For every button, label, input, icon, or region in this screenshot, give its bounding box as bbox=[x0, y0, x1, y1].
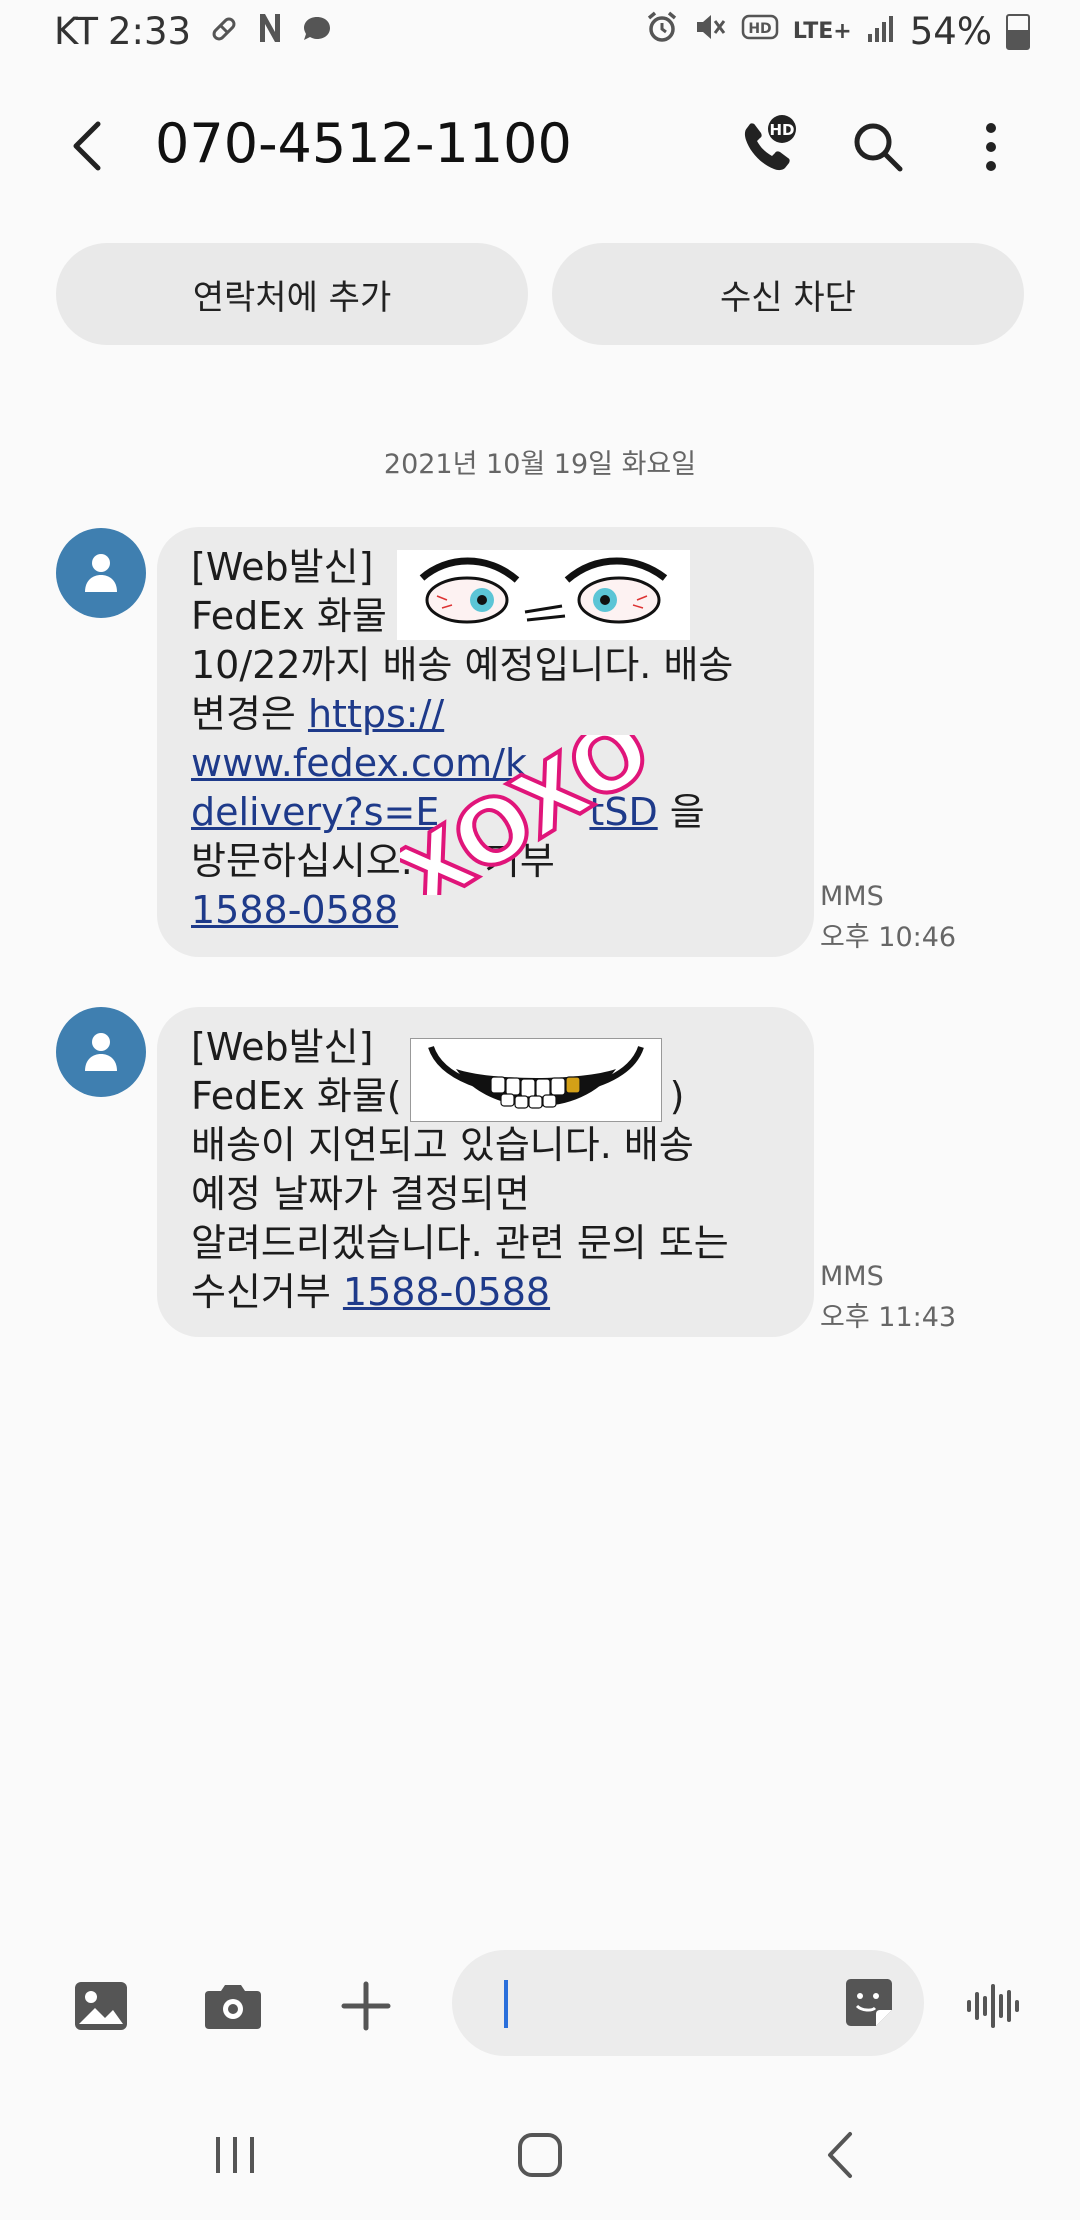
hd-call-icon[interactable]: HD bbox=[735, 114, 801, 180]
person-icon bbox=[85, 1033, 117, 1071]
message-type: MMS bbox=[820, 1261, 884, 1292]
message-text: FedEx 화물( bbox=[191, 1074, 402, 1118]
n-icon bbox=[257, 10, 283, 53]
app-bar: 070-4512-1100 HD bbox=[0, 100, 1080, 195]
message-meta: MMS 오후 11:43 bbox=[820, 1256, 956, 1338]
search-icon[interactable] bbox=[845, 114, 911, 180]
status-left: KT 2:33 bbox=[54, 10, 333, 53]
date-separator: 2021년 10월 19일 화요일 bbox=[383, 449, 697, 480]
message-meta: MMS 오후 10:46 bbox=[820, 876, 956, 958]
message-time: 오후 11:43 bbox=[820, 1302, 957, 1333]
grin-sticker bbox=[410, 1038, 662, 1122]
battery-percent: 54% bbox=[909, 10, 992, 53]
message-line: 변경은 https:// bbox=[191, 690, 784, 739]
message-link[interactable]: https:// bbox=[308, 692, 444, 736]
text-cursor bbox=[504, 1980, 508, 2028]
sticker-icon[interactable] bbox=[842, 1976, 896, 2034]
clock: 2:33 bbox=[108, 10, 192, 53]
back-arrow-icon[interactable] bbox=[60, 116, 120, 176]
back-icon[interactable] bbox=[795, 2120, 885, 2190]
avatar[interactable] bbox=[56, 528, 146, 618]
message-text: 변경은 bbox=[191, 692, 308, 736]
phone-link[interactable]: 1588-0588 bbox=[343, 1270, 550, 1314]
conversation-title: 070-4512-1100 bbox=[155, 112, 572, 175]
carrier-label: KT bbox=[54, 10, 98, 53]
message-line: 수신거부 1588-0588 bbox=[191, 1268, 784, 1317]
lte-icon: LTE+ bbox=[792, 19, 852, 44]
camera-icon[interactable] bbox=[200, 1973, 266, 2039]
xoxo-text: XOXO bbox=[400, 735, 650, 895]
svg-text:HD: HD bbox=[748, 21, 771, 37]
battery-icon bbox=[1006, 13, 1030, 50]
chat-icon bbox=[301, 10, 333, 53]
message-input[interactable] bbox=[452, 1950, 924, 2056]
alarm-icon bbox=[645, 10, 679, 53]
recents-icon[interactable] bbox=[190, 2120, 280, 2190]
message-text: 을 bbox=[657, 790, 705, 834]
message-text: FedEx 화물 bbox=[191, 594, 387, 638]
hd-badge: HD bbox=[769, 121, 794, 139]
message-time: 오후 10:46 bbox=[820, 922, 957, 953]
pill-icon bbox=[209, 10, 239, 53]
signal-icon bbox=[866, 10, 896, 53]
message-line: 알려드리겠습니다. 관련 문의 또는 bbox=[191, 1221, 729, 1265]
message-type: MMS bbox=[820, 881, 884, 912]
mute-icon bbox=[693, 10, 727, 53]
hd-voice-icon: HD bbox=[741, 10, 779, 53]
message-line: 10/22까지 배송 예정입니다. 배송 bbox=[191, 643, 734, 687]
message-text: 방문하십시오. bbox=[191, 839, 425, 883]
block-button[interactable]: 수신 차단 bbox=[552, 243, 1024, 345]
status-right: HD LTE+ 54% bbox=[645, 10, 1030, 53]
message-line: 예정 날짜가 결정되면 bbox=[191, 1172, 530, 1216]
message-line: 배송이 지연되고 있습니다. 배송 bbox=[191, 1123, 694, 1167]
message-text: 수신거부 bbox=[191, 1270, 343, 1314]
person-icon bbox=[85, 554, 117, 592]
plus-icon[interactable] bbox=[333, 1973, 399, 2039]
gallery-icon[interactable] bbox=[68, 1973, 134, 2039]
home-icon[interactable] bbox=[495, 2120, 585, 2190]
status-bar: KT 2:33 HD LTE+ 54% bbox=[0, 0, 1080, 70]
more-vert-icon[interactable] bbox=[958, 114, 1024, 180]
add-contact-button[interactable]: 연락처에 추가 bbox=[56, 243, 528, 345]
avatar[interactable] bbox=[56, 1007, 146, 1097]
message-text: ) bbox=[669, 1074, 685, 1118]
xoxo-sticker: XOXO bbox=[377, 694, 670, 932]
eyes-sticker bbox=[397, 550, 690, 640]
voice-icon[interactable] bbox=[960, 1973, 1026, 2039]
phone-link[interactable]: 1588-0588 bbox=[191, 888, 398, 932]
